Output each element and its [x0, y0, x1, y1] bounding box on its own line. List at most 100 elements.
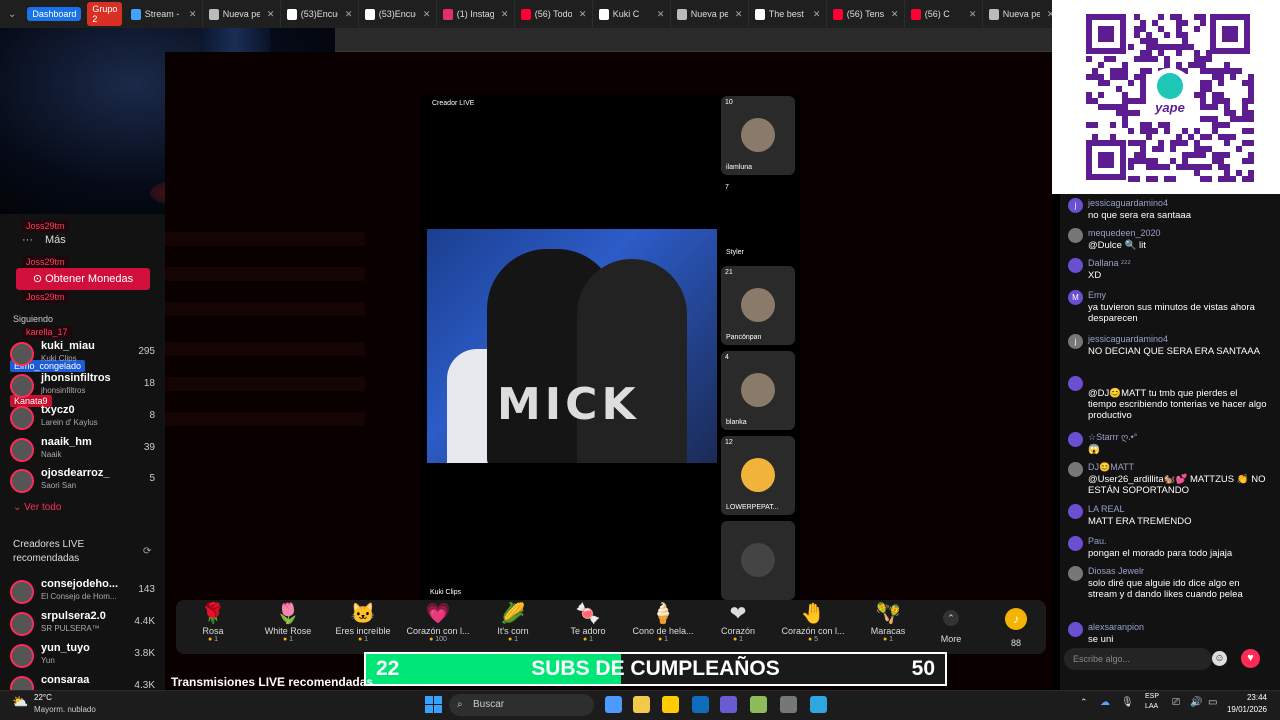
- chat-username[interactable]: DJ😊MATT: [1088, 462, 1134, 473]
- chat-username[interactable]: LA REAL: [1088, 504, 1125, 514]
- browser-tab[interactable]: The best C ✕: [749, 0, 828, 28]
- following-creator[interactable]: naaik_hm Naaik 39: [10, 436, 155, 466]
- browser-tab[interactable]: (56) Tense ✕: [827, 0, 906, 28]
- close-tab-icon[interactable]: ✕: [267, 9, 275, 20]
- taskbar-search[interactable]: ⌕ Buscar: [449, 694, 594, 716]
- gift-item[interactable]: 🌷 White Rose ● 1: [251, 602, 325, 643]
- browser-tab[interactable]: Nueva pes✕: [983, 0, 1062, 28]
- chat-avatar[interactable]: j: [1068, 198, 1083, 213]
- see-all-link[interactable]: ⌄ Ver todo: [13, 502, 61, 513]
- browser-tab[interactable]: Stream - Ki ✕: [125, 0, 204, 28]
- settings-icon[interactable]: [780, 696, 797, 713]
- chat-username[interactable]: jessicaguardamino4: [1088, 334, 1168, 344]
- close-tab-icon[interactable]: ✕: [345, 9, 353, 20]
- tray-chevron-icon[interactable]: ⌃: [1080, 697, 1088, 708]
- gift-item[interactable]: 🍦 Cono de hela... ● 1: [626, 602, 700, 643]
- chat-username[interactable]: mequedeen_2020: [1088, 228, 1161, 238]
- more-gifts-button[interactable]: ⌃ More: [936, 610, 966, 644]
- close-tab-icon[interactable]: ✕: [501, 9, 509, 20]
- close-tab-icon[interactable]: ✕: [969, 9, 977, 20]
- guest-slot[interactable]: 12 LOWERPEPAT...: [721, 436, 795, 515]
- browser-tab[interactable]: Kuki C ✕: [593, 0, 672, 28]
- browser-tab[interactable]: (1) Instagra ✕: [437, 0, 516, 28]
- browser-tab[interactable]: (56) C ✕: [905, 0, 984, 28]
- recommended-creator[interactable]: consejodeho... El Consejo de Hom... 143: [10, 578, 155, 608]
- refresh-icon[interactable]: ⟳: [143, 546, 151, 557]
- browser-tab[interactable]: Nueva pes✕: [671, 0, 750, 28]
- following-creator[interactable]: jhonsinfiltros jhonsinfiltros 18: [10, 372, 155, 402]
- guest-slot[interactable]: 4 blanka: [721, 351, 795, 430]
- onedrive-icon[interactable]: ☁: [1100, 697, 1110, 708]
- guest-slot[interactable]: 7 Styler: [721, 181, 795, 260]
- gift-item[interactable]: 🍬 Te adoro ● 1: [551, 602, 625, 643]
- more-item[interactable]: ··· Más: [0, 234, 165, 248]
- volume-icon[interactable]: 🔊: [1190, 697, 1202, 708]
- chat-avatar[interactable]: [1068, 462, 1083, 477]
- chat-avatar[interactable]: [1068, 228, 1083, 243]
- clock-date[interactable]: 19/01/2026: [1223, 705, 1267, 714]
- tab-list-chevron-icon[interactable]: ⌄: [0, 9, 24, 20]
- chat-avatar[interactable]: [1068, 432, 1083, 447]
- chat-avatar[interactable]: M: [1068, 290, 1083, 305]
- recommended-creator[interactable]: srpulsera2.0 SR PULSERA™ 4.4K: [10, 610, 155, 640]
- weather-icon[interactable]: ⛅: [12, 694, 28, 710]
- chat-avatar[interactable]: [1068, 376, 1083, 391]
- network-icon[interactable]: ⎚: [1172, 697, 1180, 708]
- chat-username[interactable]: alexsaranpion: [1088, 622, 1144, 632]
- app-icon[interactable]: [810, 696, 827, 713]
- gift-item[interactable]: 🌹 Rosa ● 1: [176, 602, 250, 643]
- discord-icon[interactable]: [720, 696, 737, 713]
- language-layout[interactable]: LAA: [1145, 703, 1158, 710]
- gift-item[interactable]: 🌽 It's corn ● 1: [476, 602, 550, 643]
- gift-item[interactable]: 🐱 Eres increíble ● 1: [326, 602, 400, 643]
- gift-item[interactable]: 🪇 Maracas ● 1: [851, 602, 925, 643]
- browser-tab[interactable]: (53)Encuer ✕: [281, 0, 360, 28]
- chat-username[interactable]: Dallana ᶻᶻᶻ: [1088, 258, 1131, 268]
- chat-avatar[interactable]: [1068, 622, 1083, 637]
- chat-avatar[interactable]: [1068, 536, 1083, 551]
- guest-slot[interactable]: 10 ilamluna: [721, 96, 795, 175]
- chat-avatar[interactable]: [1068, 258, 1083, 273]
- address-bar-area[interactable]: [335, 28, 1052, 52]
- tab-group-2[interactable]: Grupo 2: [87, 2, 123, 26]
- guest-slot[interactable]: [721, 521, 795, 600]
- tab-group-dashboard[interactable]: Dashboard: [27, 7, 82, 21]
- close-tab-icon[interactable]: ✕: [657, 9, 665, 20]
- file-explorer-icon[interactable]: [662, 696, 679, 713]
- app-icon[interactable]: [750, 696, 767, 713]
- browser-tab[interactable]: (56) Todo T ✕: [515, 0, 594, 28]
- browser-tab[interactable]: (53)Encuen ✕: [359, 0, 438, 28]
- chat-username[interactable]: ☆Starrr ღ.•°: [1088, 432, 1137, 443]
- following-creator[interactable]: kuki_miau Kuki Clips 295: [10, 340, 155, 370]
- emoji-icon[interactable]: ☺: [1212, 651, 1227, 666]
- chat-username[interactable]: Diosas Jewelr: [1088, 566, 1144, 576]
- close-tab-icon[interactable]: ✕: [735, 9, 743, 20]
- like-heart-icon[interactable]: ♥: [1241, 649, 1260, 668]
- windows-start-icon[interactable]: [425, 696, 442, 713]
- clock-time[interactable]: 23:44: [1237, 693, 1267, 702]
- close-tab-icon[interactable]: ✕: [189, 9, 197, 20]
- close-tab-icon[interactable]: ✕: [423, 9, 431, 20]
- following-creator[interactable]: ojosdearroz_ Saori San 5: [10, 467, 155, 497]
- chat-avatar[interactable]: [1068, 566, 1083, 581]
- language-code[interactable]: ESP: [1145, 693, 1159, 700]
- chat-avatar[interactable]: [1068, 504, 1083, 519]
- following-creator[interactable]: txycz0 Larein d' Kaylus 8: [10, 404, 155, 434]
- close-tab-icon[interactable]: ✕: [813, 9, 821, 20]
- microphone-icon[interactable]: 🎙: [1121, 697, 1134, 708]
- gift-item[interactable]: 🤚 Corazón con l... ● 5: [776, 602, 850, 643]
- recommended-creator[interactable]: yun_tuyo Yun 3.8K: [10, 642, 155, 672]
- gift-item[interactable]: ❤ Corazón ● 1: [701, 602, 775, 643]
- coin-balance[interactable]: ♪ 88: [996, 608, 1036, 648]
- close-tab-icon[interactable]: ✕: [891, 9, 899, 20]
- store-icon[interactable]: [633, 696, 650, 713]
- gift-item[interactable]: 💗 Corazón con l... ● 100: [401, 602, 475, 643]
- browser-tab[interactable]: Nueva pes✕: [203, 0, 282, 28]
- get-coins-button[interactable]: ⊙ Obtener Monedas: [16, 268, 150, 290]
- close-tab-icon[interactable]: ✕: [579, 9, 587, 20]
- task-view-icon[interactable]: [605, 696, 622, 713]
- battery-icon[interactable]: ▭: [1208, 697, 1217, 708]
- chat-input[interactable]: Escribe algo...: [1064, 648, 1212, 670]
- edge-icon[interactable]: [692, 696, 709, 713]
- chat-username[interactable]: jessicaguardamino4: [1088, 198, 1168, 208]
